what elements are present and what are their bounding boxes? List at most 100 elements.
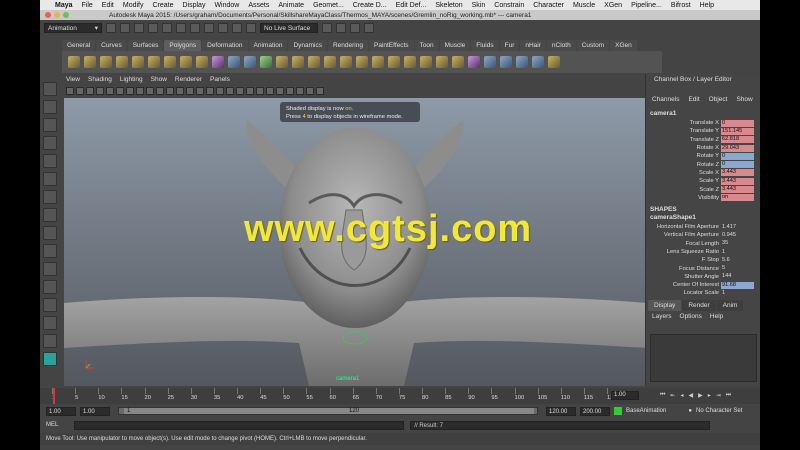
go-to-end-icon[interactable]: ⏭ <box>726 392 731 399</box>
playback-end-field[interactable]: 120.00 <box>546 406 576 416</box>
current-frame-field[interactable]: 1.00 <box>611 391 639 400</box>
poly-cylinder-icon[interactable] <box>100 56 112 68</box>
snap-point-icon[interactable] <box>218 23 228 33</box>
cylindrical-map-icon[interactable] <box>516 56 528 68</box>
select-camera-icon[interactable] <box>66 86 74 95</box>
isolate-select-icon[interactable] <box>296 86 304 95</box>
append-polygon-icon[interactable] <box>324 56 336 68</box>
bridge-icon[interactable] <box>292 56 304 68</box>
menu-help[interactable]: Help <box>700 2 714 9</box>
anim-layer-name[interactable]: BaseAnimation <box>626 408 666 414</box>
move-tool-icon[interactable] <box>43 136 57 150</box>
split-polygon-icon[interactable] <box>340 56 352 68</box>
tab-painteffects[interactable]: PaintEffects <box>368 40 414 51</box>
menu-skin[interactable]: Skin <box>472 2 486 9</box>
smooth-shade-icon[interactable] <box>186 86 194 95</box>
render-icon[interactable] <box>322 23 332 33</box>
spherical-map-icon[interactable] <box>532 56 544 68</box>
menu-constrain[interactable]: Constrain <box>494 2 524 9</box>
step-forward-frame-icon[interactable]: ▸ <box>708 392 711 399</box>
menu-modify[interactable]: Modify <box>123 2 144 9</box>
graph-editor-layout-icon[interactable] <box>43 334 57 348</box>
textured-icon[interactable] <box>226 86 234 95</box>
attribute-value[interactable]: 144 <box>721 273 754 280</box>
attribute-value[interactable]: 0 <box>721 119 754 127</box>
tab-general[interactable]: General <box>62 40 96 51</box>
menu-file[interactable]: File <box>82 2 93 9</box>
resolution-gate-icon[interactable] <box>126 86 134 95</box>
menu-maya[interactable]: Maya <box>55 2 73 9</box>
poly-platonic-icon[interactable] <box>212 56 224 68</box>
layer-list[interactable] <box>650 334 757 382</box>
snap-grid-icon[interactable] <box>190 23 200 33</box>
render-settings-icon[interactable] <box>350 23 360 33</box>
poly-pipe-icon[interactable] <box>196 56 208 68</box>
step-back-frame-icon[interactable]: ◂ <box>680 392 683 399</box>
four-view-layout-icon[interactable] <box>43 226 57 240</box>
single-perspective-layout-icon[interactable] <box>43 208 57 222</box>
play-forward-icon[interactable]: ▶ <box>698 392 703 399</box>
hypershade-layout-icon[interactable] <box>43 280 57 294</box>
smooth-icon[interactable] <box>260 56 272 68</box>
motion-blur-icon[interactable] <box>266 86 274 95</box>
menu-animate[interactable]: Animate <box>278 2 304 9</box>
menu-skeleton[interactable]: Skeleton <box>435 2 462 9</box>
attribute-value[interactable]: 3.443 <box>721 169 754 177</box>
menu-create-deformers[interactable]: Create D... <box>353 2 387 9</box>
menu-assets[interactable]: Assets <box>248 2 269 9</box>
step-back-key-icon[interactable]: ⇤ <box>670 392 675 399</box>
attribute-value[interactable]: 1 <box>721 290 754 297</box>
tab-nhair[interactable]: nHair <box>520 40 546 51</box>
tab-muscle[interactable]: Muscle <box>439 40 471 51</box>
camera-attributes-icon[interactable] <box>76 86 84 95</box>
panel-menu-panels[interactable]: Panels <box>210 76 230 85</box>
gate-mask-icon[interactable] <box>136 86 144 95</box>
persp-graph-layout-icon[interactable] <box>43 262 57 276</box>
use-lights-icon[interactable] <box>236 86 244 95</box>
le-menu-help[interactable]: Help <box>710 313 723 323</box>
attribute-value[interactable]: 62.818 <box>721 136 754 144</box>
reduce-icon[interactable] <box>452 56 464 68</box>
new-scene-icon[interactable] <box>106 23 116 33</box>
ipr-render-icon[interactable] <box>336 23 346 33</box>
lasso-tool-icon[interactable] <box>43 100 57 114</box>
safe-action-icon[interactable] <box>156 86 164 95</box>
bevel-icon[interactable] <box>388 56 400 68</box>
poly-plane-icon[interactable] <box>132 56 144 68</box>
select-tool-icon[interactable] <box>43 82 57 96</box>
fill-hole-icon[interactable] <box>308 56 320 68</box>
open-scene-icon[interactable] <box>120 23 130 33</box>
poly-sphere-icon[interactable] <box>68 56 80 68</box>
panel-menu-show[interactable]: Show <box>151 76 167 85</box>
menu-edit[interactable]: Edit <box>102 2 114 9</box>
current-time-indicator[interactable] <box>53 388 55 404</box>
attribute-value[interactable]: 35 <box>721 240 754 247</box>
modeling-toolkit-icon[interactable] <box>43 352 57 366</box>
live-surface-field[interactable]: No Live Surface <box>260 23 318 33</box>
live-surface-icon[interactable] <box>246 23 256 33</box>
menu-edit-deformers[interactable]: Edit Def... <box>396 2 427 9</box>
panel-menu-lighting[interactable]: Lighting <box>120 76 143 85</box>
panel-menu-view[interactable]: View <box>66 76 80 85</box>
tab-curves[interactable]: Curves <box>96 40 127 51</box>
image-plane-icon[interactable] <box>96 86 104 95</box>
character-set-name[interactable]: No Character Set <box>696 408 742 414</box>
attribute-value[interactable]: 151.145 <box>721 127 754 135</box>
perspective-viewport[interactable]: Shaded display is now on. Press 4 to dis… <box>64 98 647 386</box>
attribute-value[interactable]: on <box>721 194 754 202</box>
menu-muscle[interactable]: Muscle <box>573 2 595 9</box>
poly-cone-icon[interactable] <box>116 56 128 68</box>
tab-render[interactable]: Render <box>682 300 716 311</box>
tab-anim[interactable]: Anim <box>716 300 744 311</box>
cb-menu-show[interactable]: Show <box>736 96 752 106</box>
grid-icon[interactable] <box>106 86 114 95</box>
menu-geometry[interactable]: Geomet... <box>313 2 344 9</box>
menu-pipeline[interactable]: Pipeline... <box>631 2 662 9</box>
tab-display[interactable]: Display <box>648 300 682 311</box>
planar-map-icon[interactable] <box>500 56 512 68</box>
snap-plane-icon[interactable] <box>232 23 242 33</box>
tab-fur[interactable]: Fur <box>499 40 520 51</box>
cb-menu-channels[interactable]: Channels <box>652 96 679 106</box>
xray-components-icon[interactable] <box>316 86 324 95</box>
menu-create[interactable]: Create <box>152 2 173 9</box>
